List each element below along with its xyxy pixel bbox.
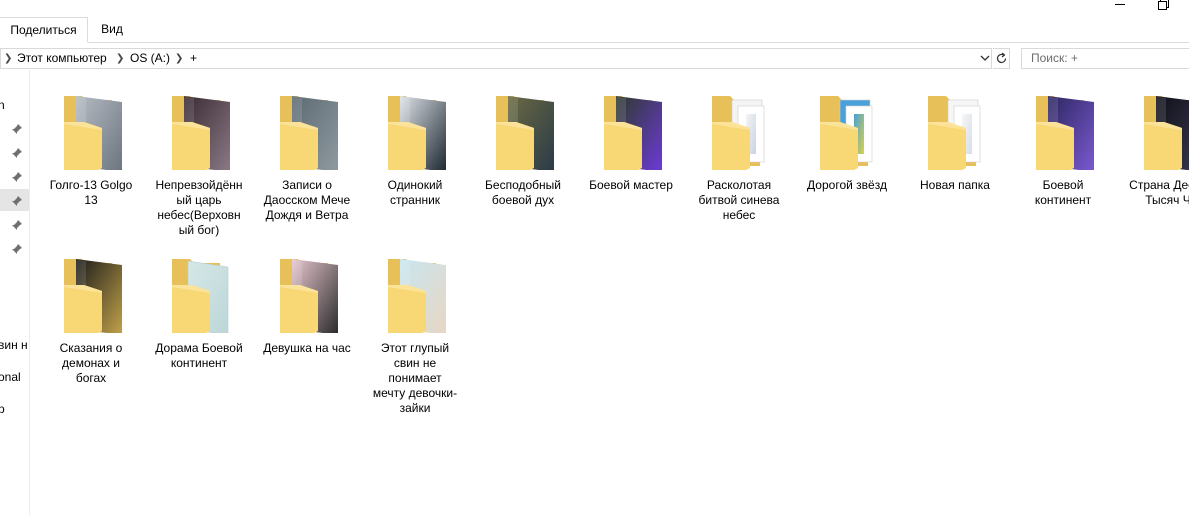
folder-name: Этот глупый свин не понимает мечту девоч… — [372, 341, 458, 415]
tab-view[interactable]: Вид — [96, 17, 128, 42]
folder-thumbnail[interactable] — [585, 84, 677, 172]
folder-item[interactable]: Новая папка — [909, 84, 1001, 193]
folder-icon — [496, 96, 554, 170]
folder-icon — [172, 96, 230, 170]
folder-item[interactable]: Страна Десяти Тысяч Чу — [1125, 84, 1189, 208]
folder-item[interactable]: Дорогой звёзд — [801, 84, 893, 193]
folder-name: Бесподобный боевой дух — [485, 178, 561, 207]
breadcrumb-drive[interactable]: OS (A:) — [130, 49, 170, 68]
folder-name: Девушка на час — [263, 341, 351, 355]
folder-item[interactable]: Боевой континент — [1017, 84, 1109, 208]
folder-name: Сказания о демонах и богах — [59, 341, 123, 385]
folder-item[interactable]: Расколотая битвой синева небес — [693, 84, 785, 223]
breadcrumb-separator-icon[interactable]: ❯ — [4, 49, 12, 68]
folder-thumbnail[interactable] — [261, 247, 353, 335]
folder-icon — [388, 96, 446, 170]
breadcrumb-separator-icon[interactable]: ❯ — [116, 49, 124, 68]
folder-icon — [820, 96, 873, 170]
pin-icon — [12, 244, 22, 254]
refresh-icon — [996, 52, 1006, 64]
folder-grid: Голго-13 Golgo 13 Непревзойдённый царь не… — [45, 84, 1189, 515]
nav-item-fragment[interactable]: onal — [0, 370, 21, 384]
ribbon-tabs: Поделиться Вид — [0, 17, 1189, 43]
folder-item[interactable]: Голго-13 Golgo 13 — [45, 84, 137, 208]
folder-name: Страна Десяти Тысяч Чу — [1129, 178, 1189, 207]
folder-item[interactable]: Одинокий странник — [369, 84, 461, 208]
breadcrumb-this-pc[interactable]: Этот компьютер — [17, 49, 107, 68]
search-placeholder: Поиск: + — [1031, 51, 1078, 65]
minimize-icon[interactable] — [1112, 0, 1128, 12]
folder-name: Непревзойдённый царь небес(Верховный бог… — [155, 178, 243, 237]
folder-item[interactable]: Дорама Боевой континент — [153, 247, 245, 371]
folder-item[interactable]: Боевой мастер — [585, 84, 677, 193]
folder-thumbnail[interactable] — [153, 247, 245, 335]
nav-selected-row[interactable] — [0, 189, 29, 211]
folder-name: Голго-13 Golgo 13 — [49, 178, 133, 207]
folder-icon — [1144, 96, 1189, 170]
folder-thumbnail[interactable] — [693, 84, 785, 172]
folder-thumbnail[interactable] — [369, 84, 461, 172]
breadcrumb-separator-icon[interactable]: ❯ — [175, 49, 183, 68]
folder-icon — [388, 259, 446, 333]
folder-thumbnail[interactable] — [909, 84, 1001, 172]
folder-icon — [928, 96, 981, 170]
folder-thumbnail[interactable] — [477, 84, 569, 172]
folder-icon — [172, 259, 229, 333]
nav-item-fragment[interactable]: n — [0, 98, 5, 112]
folder-item[interactable]: Непревзойдённый царь небес(Верховный бог… — [153, 84, 245, 238]
folder-icon — [280, 259, 338, 333]
folder-name: Боевой континент — [1034, 178, 1092, 207]
folder-item[interactable]: Сказания о демонах и богах — [45, 247, 137, 386]
folder-thumbnail[interactable] — [369, 247, 461, 335]
folder-icon — [280, 96, 338, 170]
tab-share[interactable]: Поделиться — [0, 17, 88, 43]
window-controls — [1069, 0, 1189, 14]
folder-item[interactable]: Записи о Даосском Мече Дождя и Ветра — [261, 84, 353, 223]
folder-icon — [604, 96, 662, 170]
folder-thumbnail[interactable] — [801, 84, 893, 172]
folder-name: Дорогой звёзд — [807, 178, 887, 192]
folder-name: Записи о Даосском Мече Дождя и Ветра — [263, 178, 351, 222]
folder-item[interactable]: Бесподобный боевой дух — [477, 84, 569, 208]
folder-thumbnail[interactable] — [45, 247, 137, 335]
folder-name: Новая папка — [920, 178, 990, 192]
folder-name: Дорама Боевой континент — [155, 341, 243, 370]
folder-icon — [1036, 96, 1094, 170]
folder-icon — [64, 96, 122, 170]
pin-icon — [12, 220, 22, 230]
folder-name: Одинокий странник — [387, 178, 443, 207]
folder-thumbnail[interactable] — [1125, 84, 1189, 172]
navigation-pane[interactable]: n вин н onal p — [0, 70, 30, 515]
folder-thumbnail[interactable] — [153, 84, 245, 172]
pin-icon — [12, 124, 22, 134]
search-input[interactable]: Поиск: + — [1021, 48, 1189, 69]
refresh-button[interactable] — [993, 48, 1010, 69]
address-bar[interactable]: ❯ Этот компьютер ❯ OS (A:) ❯ + — [0, 48, 992, 69]
pin-icon — [12, 148, 22, 158]
chevron-down-icon[interactable] — [978, 49, 992, 68]
folder-thumbnail[interactable] — [261, 84, 353, 172]
folder-icon — [712, 96, 765, 170]
folder-item[interactable]: Девушка на час — [261, 247, 353, 356]
pin-icon — [12, 172, 22, 182]
folder-thumbnail[interactable] — [1017, 84, 1109, 172]
folder-item[interactable]: Этот глупый свин не понимает мечту девоч… — [369, 247, 461, 416]
folder-name: Боевой мастер — [589, 178, 673, 192]
folder-thumbnail[interactable] — [45, 84, 137, 172]
nav-item-fragment[interactable]: вин н — [0, 338, 28, 352]
restore-icon[interactable] — [1155, 0, 1171, 12]
folder-name: Расколотая битвой синева небес — [698, 178, 780, 222]
folder-icon — [64, 259, 122, 333]
breadcrumb-current-folder[interactable]: + — [190, 49, 197, 68]
pin-icon — [12, 196, 22, 206]
nav-item-fragment[interactable]: p — [0, 402, 5, 416]
